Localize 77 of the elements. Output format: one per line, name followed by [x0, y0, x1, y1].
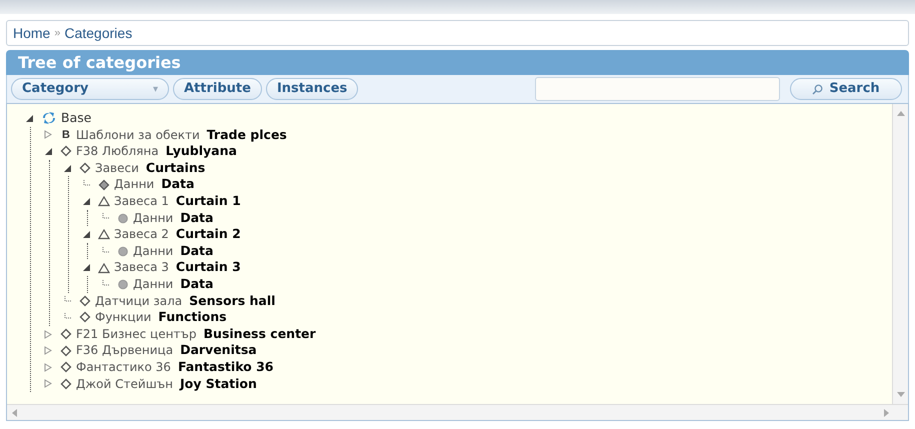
filled-diamond-icon — [98, 178, 110, 191]
node-name[interactable]: Фантастико 36 — [76, 358, 171, 376]
diamond-icon — [60, 361, 72, 374]
diamond-icon — [60, 378, 72, 390]
node-label[interactable]: Curtains — [146, 160, 206, 176]
node-label[interactable]: Lyublyana — [166, 143, 237, 160]
horizontal-scrollbar[interactable] — [7, 404, 908, 420]
node-name[interactable]: Данни — [133, 276, 174, 293]
circle-icon — [117, 278, 129, 290]
scroll-up-icon[interactable] — [896, 110, 904, 116]
node-name[interactable]: Завеси — [95, 160, 139, 176]
category-dropdown[interactable]: Category ▾ — [11, 78, 169, 100]
node-name[interactable]: Датчици зала — [95, 292, 182, 310]
node-label[interactable]: Data — [180, 242, 214, 260]
toolbar-button[interactable]: Attribute — [173, 78, 262, 100]
diamond-icon — [60, 328, 72, 340]
node-name[interactable]: F21 Бизнес център — [76, 326, 197, 342]
node-label[interactable]: Joy Station — [180, 376, 257, 392]
expanded-arrow-icon[interactable] — [82, 230, 91, 239]
toolbar-button[interactable]: Instances — [266, 78, 358, 100]
node-name[interactable]: Завеса 2 — [114, 226, 169, 243]
vertical-scrollbar[interactable] — [892, 104, 908, 404]
collapsed-arrow-icon[interactable] — [44, 362, 53, 372]
circle-icon — [117, 245, 129, 258]
search-field[interactable] — [535, 77, 780, 101]
diamond-icon — [79, 162, 91, 174]
node-label[interactable]: Data — [161, 176, 194, 193]
node-label[interactable]: Functions — [158, 309, 227, 326]
breadcrumb-link[interactable]: Home — [13, 22, 50, 44]
scroll-right-icon[interactable] — [884, 408, 890, 416]
search-button[interactable]: Search — [790, 78, 902, 100]
node-label[interactable]: Curtain 2 — [176, 226, 241, 243]
node-name[interactable]: Данни — [114, 176, 154, 193]
node-name[interactable]: Шаблони за обекти — [76, 126, 200, 144]
node-label[interactable]: Business center — [204, 326, 316, 342]
panel-title: Tree of categories — [18, 52, 181, 74]
node-label[interactable]: Data — [180, 276, 214, 293]
node-label[interactable]: Darvenitsa — [180, 342, 257, 359]
node-name[interactable]: F36 Дървеница — [76, 342, 174, 359]
expanded-arrow-icon[interactable] — [44, 146, 53, 156]
search-icon — [812, 84, 824, 94]
collapsed-arrow-icon[interactable] — [44, 330, 53, 339]
breadcrumb-link[interactable]: Categories — [64, 22, 132, 44]
node-name[interactable]: Завеса 3 — [114, 259, 169, 276]
collapsed-arrow-icon[interactable] — [44, 346, 53, 356]
scroll-down-icon[interactable] — [896, 392, 904, 398]
node-label[interactable]: Data — [180, 210, 214, 226]
diamond-icon — [79, 311, 91, 324]
collapsed-arrow-icon[interactable] — [44, 130, 53, 140]
expanded-arrow-icon[interactable] — [82, 196, 91, 206]
expanded-arrow-icon[interactable] — [25, 114, 34, 123]
breadcrumb-separator: » — [54, 26, 60, 41]
node-name[interactable]: Данни — [133, 242, 174, 260]
diamond-icon — [60, 145, 72, 158]
node-label[interactable]: Curtain 1 — [176, 192, 241, 210]
root-node-label[interactable]: Base — [61, 110, 92, 127]
triangle-icon — [98, 262, 110, 274]
node-name[interactable]: Джой Стейшън — [76, 376, 173, 392]
node-name[interactable]: Данни — [133, 210, 174, 226]
node-label[interactable]: Fantastiko 36 — [178, 358, 274, 376]
node-label[interactable]: Trade plces — [206, 126, 287, 144]
node-name[interactable]: Завеса 1 — [114, 192, 169, 210]
node-name[interactable]: Функции — [95, 309, 152, 326]
scroll-left-icon[interactable] — [11, 408, 17, 416]
triangle-icon — [98, 195, 110, 208]
expanded-arrow-icon[interactable] — [63, 164, 72, 173]
node-label[interactable]: Sensors hall — [189, 292, 276, 310]
diamond-icon — [60, 344, 72, 357]
diamond-icon — [79, 294, 91, 307]
node-label[interactable]: Curtain 3 — [176, 259, 241, 276]
expanded-arrow-icon[interactable] — [82, 263, 91, 272]
refresh-icon — [41, 111, 57, 126]
node-name[interactable]: F38 Любляна — [76, 143, 159, 160]
node-type-letter: B — [61, 128, 71, 143]
circle-icon — [117, 212, 129, 224]
triangle-icon — [98, 228, 110, 240]
collapsed-arrow-icon[interactable] — [44, 379, 53, 388]
